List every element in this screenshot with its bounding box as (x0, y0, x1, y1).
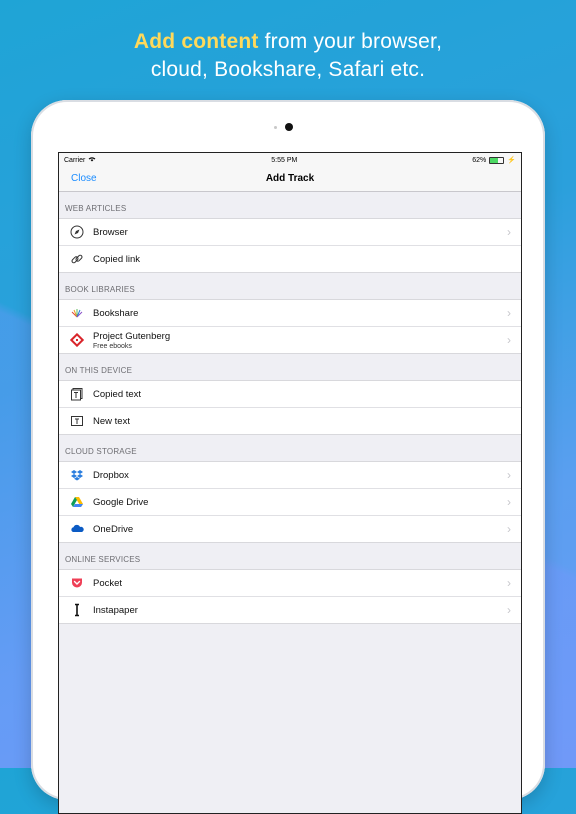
gutenberg-icon (69, 332, 85, 348)
compass-icon (69, 224, 85, 240)
chevron-right-icon: › (507, 333, 511, 347)
group-cloud-storage: Dropbox › Google Drive › OneDrive › (59, 461, 521, 543)
status-bar: Carrier 5:55 PM 62% ⚡ (59, 153, 521, 167)
headline-line1: from your browser, (258, 30, 443, 53)
navigation-bar: Close Add Track (59, 167, 521, 192)
row-google-drive[interactable]: Google Drive › (59, 489, 521, 516)
chevron-right-icon: › (507, 495, 511, 509)
group-book-libraries: Bookshare › Project Gutenberg Free ebook… (59, 299, 521, 354)
google-drive-icon (69, 494, 85, 510)
row-label: Project Gutenberg (93, 330, 171, 342)
row-label: Copied text (93, 388, 142, 400)
row-copied-link[interactable]: Copied link (59, 246, 521, 272)
copied-text-icon (69, 386, 85, 402)
row-dropbox[interactable]: Dropbox › (59, 462, 521, 489)
carrier-label: Carrier (64, 156, 86, 164)
chevron-right-icon: › (507, 522, 511, 536)
group-on-this-device: Copied text New text (59, 380, 521, 435)
battery-fill (490, 157, 499, 163)
section-header-on-this-device: ON THIS DEVICE (65, 366, 133, 375)
row-project-gutenberg[interactable]: Project Gutenberg Free ebooks › (59, 327, 521, 353)
chevron-right-icon: › (507, 225, 511, 239)
chevron-right-icon: › (507, 468, 511, 482)
chevron-right-icon: › (507, 603, 511, 617)
section-header-online-services: ONLINE SERVICES (65, 555, 141, 564)
row-new-text[interactable]: New text (59, 408, 521, 434)
chevron-right-icon: › (507, 576, 511, 590)
status-time: 5:55 PM (271, 156, 298, 164)
new-text-icon (69, 413, 85, 429)
row-pocket[interactable]: Pocket › (59, 570, 521, 597)
row-label: Browser (93, 226, 128, 238)
row-label: Pocket (93, 577, 123, 589)
charging-icon: ⚡ (507, 157, 516, 164)
row-label: OneDrive (93, 523, 134, 535)
camera-icon (285, 123, 293, 131)
wifi-icon (88, 156, 96, 164)
sensor-dot (274, 126, 277, 129)
promo-headline: Add content from your browser, cloud, Bo… (0, 28, 576, 84)
dropbox-icon (69, 467, 85, 483)
row-browser[interactable]: Browser › (59, 219, 521, 246)
row-copied-text[interactable]: Copied text (59, 381, 521, 408)
row-label: New text (93, 415, 130, 427)
section-header-book-libraries: BOOK LIBRARIES (65, 285, 135, 294)
headline-accent: Add content (133, 30, 259, 53)
row-sublabel: Free ebooks (93, 342, 132, 350)
headline-line2: cloud, Bookshare, Safari etc. (150, 58, 426, 81)
group-online-services: Pocket › Instapaper › (59, 569, 521, 624)
row-label: Google Drive (93, 496, 149, 508)
row-bookshare[interactable]: Bookshare › (59, 300, 521, 327)
page-title: Add Track (265, 173, 315, 184)
row-label: Bookshare (93, 307, 139, 319)
pocket-icon (69, 575, 85, 591)
battery-icon (489, 156, 505, 164)
onedrive-icon (69, 521, 85, 537)
row-label: Instapaper (93, 604, 138, 616)
section-header-web-articles: WEB ARTICLES (65, 204, 127, 213)
link-icon (69, 251, 85, 267)
bookshare-icon (69, 305, 85, 321)
row-label: Dropbox (93, 469, 129, 481)
ipad-device-frame: Carrier 5:55 PM 62% ⚡ Close Add Track WE… (31, 100, 545, 814)
battery-percent: 62% (472, 156, 487, 164)
chevron-right-icon: › (507, 306, 511, 320)
group-web-articles: Browser › Copied link (59, 218, 521, 273)
row-instapaper[interactable]: Instapaper › (59, 597, 521, 623)
row-label: Copied link (93, 253, 140, 265)
row-onedrive[interactable]: OneDrive › (59, 516, 521, 542)
section-header-cloud-storage: CLOUD STORAGE (65, 447, 137, 456)
instapaper-icon (69, 602, 85, 618)
app-screen: Carrier 5:55 PM 62% ⚡ Close Add Track WE… (58, 152, 522, 814)
